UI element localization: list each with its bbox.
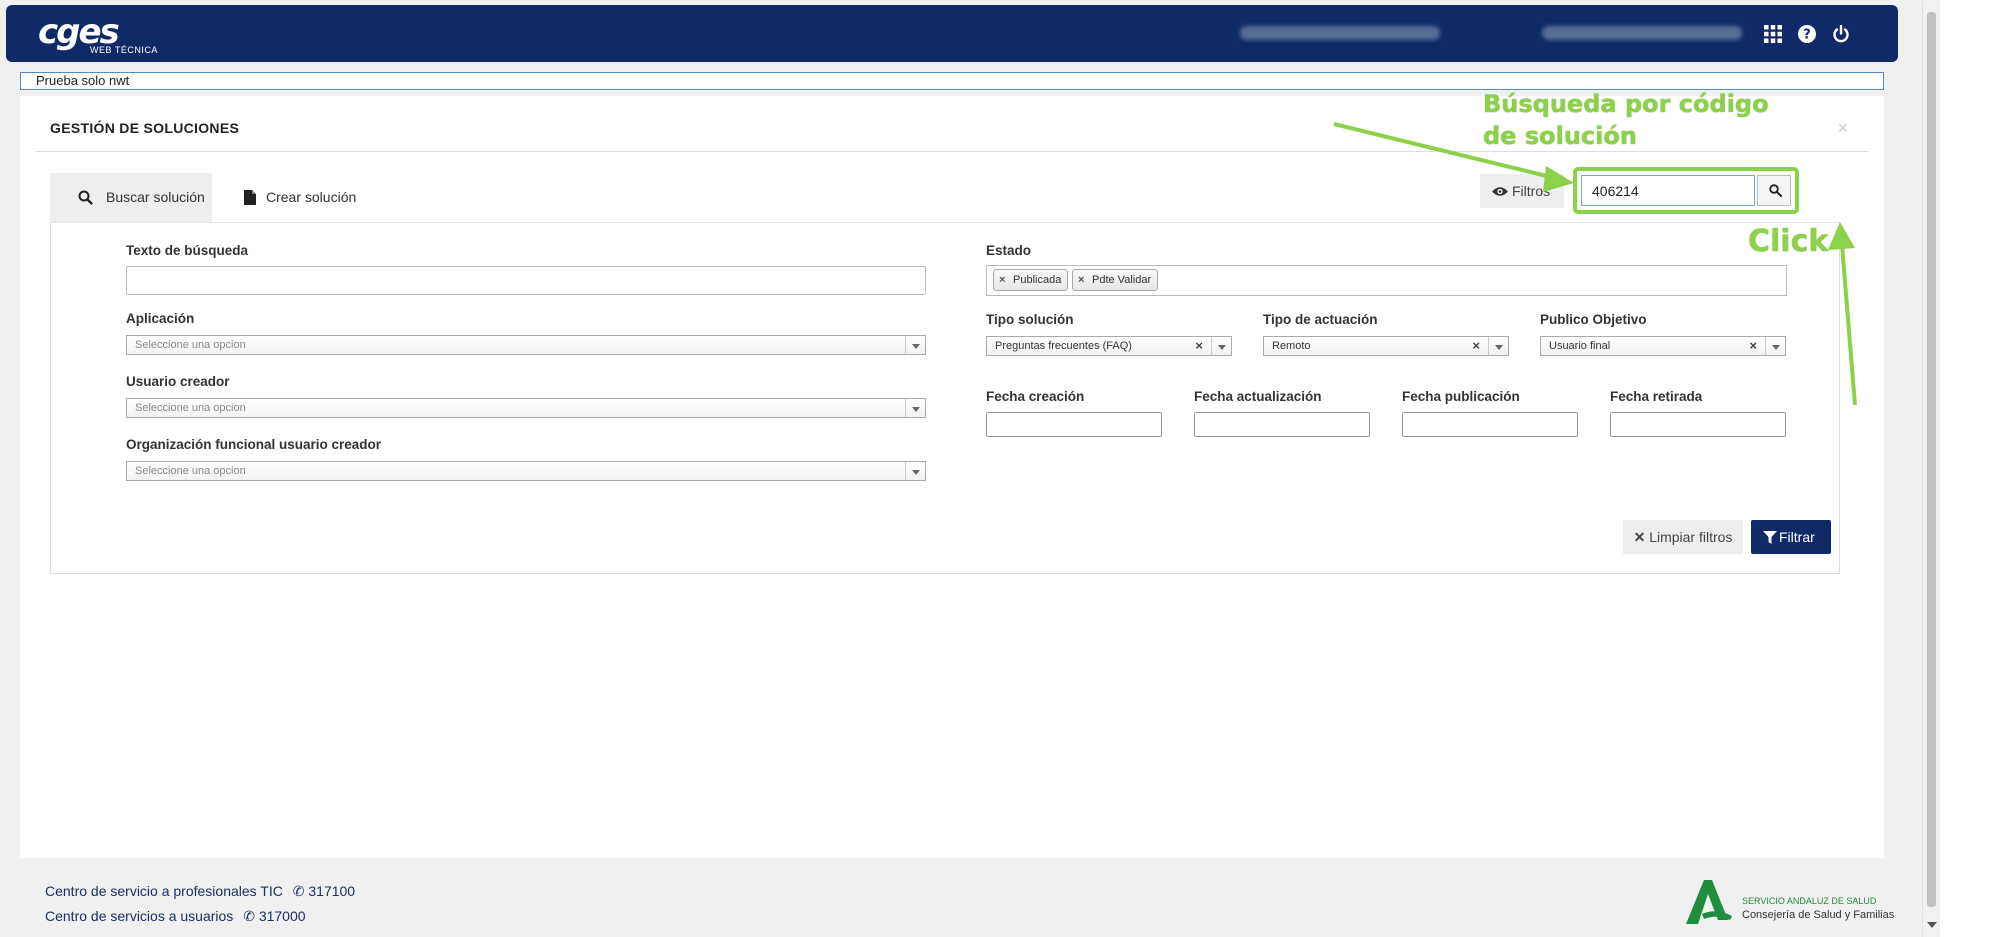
creator-label: Usuario creador <box>126 374 230 389</box>
top-navbar: cges WEB TÉCNICA ? <box>6 5 1898 62</box>
code-search-button[interactable] <box>1757 175 1791 206</box>
annotation-line: Búsqueda por código <box>1483 90 1769 118</box>
audience-select[interactable]: Usuario final × <box>1540 336 1786 356</box>
application-placeholder: Seleccione una opcion <box>135 339 246 351</box>
phone-icon: ✆ <box>243 908 255 924</box>
creator-placeholder: Seleccione una opcion <box>135 402 246 414</box>
chevron-down-icon <box>1488 337 1508 355</box>
page: cges WEB TÉCNICA ? Prueba solo nwt GESTI… <box>0 0 1940 937</box>
date-created-label: Fecha creación <box>986 389 1085 404</box>
state-tag[interactable]: × Publicada <box>993 269 1069 291</box>
remove-tag-icon[interactable]: × <box>999 270 1005 290</box>
date-created-input[interactable] <box>986 412 1162 437</box>
annotation-click: Click <box>1748 224 1829 259</box>
search-text-label: Texto de búsqueda <box>126 243 249 258</box>
footer-line-tic: Centro de servicio a profesionales TIC ✆… <box>45 883 355 900</box>
date-retired-label: Fecha retirada <box>1610 389 1703 404</box>
panel-title: GESTIÓN DE SOLUCIONES <box>50 120 240 136</box>
chevron-down-icon <box>1765 337 1785 355</box>
svg-text:?: ? <box>1803 28 1811 43</box>
tab-label: Crear solución <box>266 189 357 205</box>
footer: Centro de servicio a profesionales TIC ✆… <box>0 858 1940 937</box>
power-icon[interactable] <box>1832 24 1850 48</box>
state-tag-label: Pdte Validar <box>1092 274 1152 286</box>
apps-grid-icon[interactable] <box>1764 25 1782 48</box>
footer-line-users: Centro de servicios a usuarios ✆ 317000 <box>45 908 306 925</box>
logo-text: cges <box>38 12 120 52</box>
sas-department: Consejería de Salud y Familias <box>1742 909 1895 921</box>
action-value: Remoto <box>1272 340 1311 352</box>
code-search-highlight <box>1573 167 1799 214</box>
action-label: Tipo de actuación <box>1263 312 1378 327</box>
clear-icon[interactable]: × <box>1195 337 1203 355</box>
clear-filters-button[interactable]: ✕ Limpiar filtros <box>1623 520 1743 554</box>
footer-tic-text: Centro de servicio a profesionales TIC <box>45 883 283 899</box>
blurred-user-info <box>1240 26 1440 40</box>
clear-filters-label: Limpiar filtros <box>1649 529 1733 545</box>
clear-icon[interactable]: × <box>1749 337 1757 355</box>
close-icon[interactable]: × <box>1837 118 1848 139</box>
date-published-input[interactable] <box>1402 412 1578 437</box>
tab-label: Buscar solución <box>106 189 205 205</box>
chevron-down-icon <box>1211 337 1231 355</box>
phone-icon: ✆ <box>292 883 305 899</box>
application-select[interactable]: Seleccione una opcion <box>126 335 926 355</box>
chevron-down-icon <box>905 462 925 480</box>
annotation-code-search: Búsqueda por código de solución <box>1483 88 1769 152</box>
apply-filters-button[interactable]: Filtrar <box>1751 520 1831 554</box>
tab-search-solution[interactable]: Buscar solución <box>50 173 212 222</box>
logo-subtitle: WEB TÉCNICA <box>90 45 158 55</box>
tab-create-solution[interactable]: Crear solución <box>240 173 356 222</box>
state-tag-label: Publicada <box>1013 274 1062 286</box>
date-updated-label: Fecha actualización <box>1194 389 1322 404</box>
audience-label: Publico Objetivo <box>1540 312 1647 327</box>
application-label: Aplicación <box>126 311 195 326</box>
date-published-label: Fecha publicación <box>1402 389 1520 404</box>
date-updated-input[interactable] <box>1194 412 1370 437</box>
org-label: Organización funcional usuario creador <box>126 437 382 452</box>
state-label: Estado <box>986 243 1032 258</box>
sas-logo <box>1686 880 1732 924</box>
type-select[interactable]: Preguntas frecuentes (FAQ) × <box>986 336 1232 356</box>
close-icon: ✕ <box>1633 529 1646 545</box>
scroll-down-icon[interactable] <box>1927 922 1937 928</box>
footer-tic-phone[interactable]: 317100 <box>308 883 355 899</box>
org-placeholder: Seleccione una opcion <box>135 465 246 477</box>
scrollbar-thumb[interactable] <box>1927 12 1936 907</box>
annotation-line: de solución <box>1483 122 1637 150</box>
type-label: Tipo solución <box>986 312 1074 327</box>
filters-label: Filtros <box>1512 183 1551 199</box>
type-value: Preguntas frecuentes (FAQ) <box>995 340 1132 352</box>
cges-logo[interactable]: cges WEB TÉCNICA <box>38 12 157 55</box>
page-scrollbar[interactable] <box>1922 0 1940 937</box>
filters-box: Texto de búsqueda Aplicación Seleccione … <box>50 222 1840 574</box>
solutions-panel: GESTIÓN DE SOLUCIONES × Buscar solución … <box>20 96 1884 858</box>
footer-users-text: Centro de servicios a usuarios <box>45 908 234 924</box>
solution-code-input[interactable] <box>1581 175 1755 206</box>
clear-icon[interactable]: × <box>1472 337 1480 355</box>
toggle-filters-button[interactable]: Filtros <box>1480 174 1564 208</box>
footer-users-phone[interactable]: 317000 <box>259 908 306 924</box>
org-select[interactable]: Seleccione una opcion <box>126 461 926 481</box>
state-tag[interactable]: × Pdte Validar <box>1072 269 1159 291</box>
chevron-down-icon <box>905 399 925 417</box>
blurred-session-info <box>1542 26 1742 40</box>
remove-tag-icon[interactable]: × <box>1078 270 1084 290</box>
chevron-down-icon <box>905 336 925 354</box>
date-retired-input[interactable] <box>1610 412 1786 437</box>
sas-org-name: SERVICIO ANDALUZ DE SALUD <box>1742 896 1877 906</box>
creator-select[interactable]: Seleccione una opcion <box>126 398 926 418</box>
action-select[interactable]: Remoto × <box>1263 336 1509 356</box>
help-icon[interactable]: ? <box>1798 25 1816 48</box>
search-text-input[interactable] <box>126 266 926 295</box>
audience-value: Usuario final <box>1549 340 1611 352</box>
state-multiselect[interactable]: × Publicada × Pdte Validar <box>986 265 1787 296</box>
apply-filters-label: Filtrar <box>1779 529 1815 545</box>
